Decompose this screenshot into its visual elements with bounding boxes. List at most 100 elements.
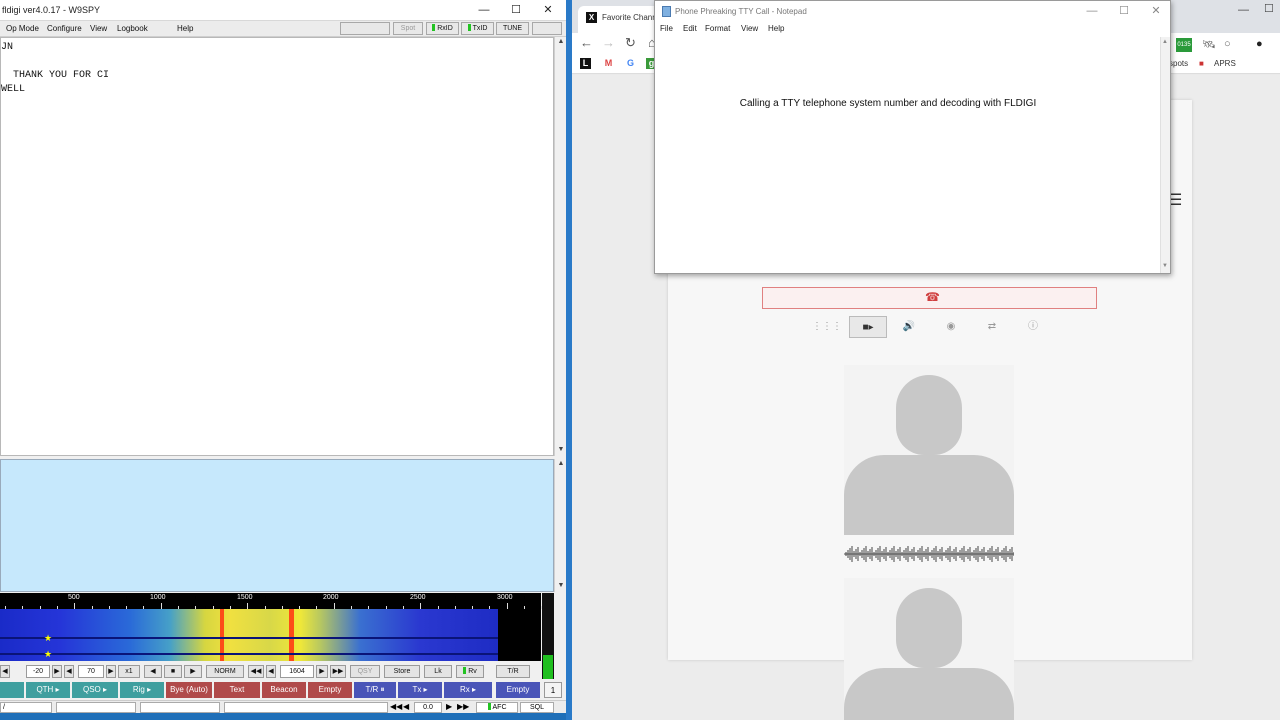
fast-forward-button[interactable]: ▶▶: [330, 665, 346, 678]
fast-back-button[interactable]: ◀◀: [248, 665, 264, 678]
scroll-up-icon[interactable]: ▲: [555, 459, 566, 469]
rxid-led: [432, 24, 436, 31]
hangup-icon[interactable]: ☎: [925, 290, 940, 304]
blank-field[interactable]: [340, 22, 390, 35]
offset-back-icon[interactable]: ◀: [403, 702, 409, 711]
spot-button[interactable]: Spot: [393, 22, 423, 35]
macro-button[interactable]: Beacon: [262, 682, 306, 698]
maximize-icon[interactable]: ☐: [1108, 1, 1140, 22]
transfer-icon[interactable]: ⇄: [973, 316, 1011, 338]
menu-op-mode[interactable]: Op Mode: [6, 24, 39, 33]
dialpad-icon[interactable]: ⋮⋮⋮: [808, 316, 846, 338]
arrow-left-button[interactable]: ◀: [0, 665, 10, 678]
notepad-text[interactable]: Calling a TTY telephone system number an…: [655, 98, 1121, 109]
gmail-icon[interactable]: M: [603, 58, 614, 69]
rxid-button[interactable]: RxID: [426, 22, 459, 35]
menu-format[interactable]: Format: [705, 24, 730, 33]
maximize-icon[interactable]: ☐: [1264, 2, 1274, 15]
arrow-left-button[interactable]: ◀: [64, 665, 74, 678]
scroll-up-icon[interactable]: ▲: [1162, 39, 1168, 45]
macro-button[interactable]: QTH ▸: [26, 682, 70, 698]
scroll-down-icon[interactable]: ▼: [555, 445, 566, 455]
call-status-bar[interactable]: ☎: [762, 287, 1097, 309]
frequency-ruler[interactable]: 500 1000 1500 2000 2500 3000: [0, 593, 543, 609]
back-icon[interactable]: ←: [580, 35, 593, 50]
macro-button[interactable]: Rx ▸: [444, 682, 492, 698]
menu-help[interactable]: Help: [177, 24, 193, 33]
level-input[interactable]: 70: [78, 665, 104, 678]
arrow-right-button[interactable]: ▶: [52, 665, 62, 678]
scroll-down-icon[interactable]: ▼: [555, 581, 566, 591]
menu-logbook[interactable]: Logbook: [117, 24, 148, 33]
offset-forward-icon[interactable]: ▶: [446, 702, 452, 711]
bookmark-icon[interactable]: L: [580, 58, 591, 69]
macro-button[interactable]: T/R ⏸: [354, 682, 396, 698]
menu-configure[interactable]: Configure: [47, 24, 82, 33]
macro-button[interactable]: [0, 682, 24, 698]
menu-view[interactable]: View: [90, 24, 107, 33]
video-camera-icon[interactable]: ■▸: [849, 316, 887, 338]
pause-button[interactable]: ■: [164, 665, 182, 678]
offset-right-icon[interactable]: ▶▶: [457, 702, 469, 711]
forward-button[interactable]: ▶: [184, 665, 202, 678]
arrow-left-button[interactable]: ◀: [266, 665, 276, 678]
google-icon[interactable]: G: [625, 58, 636, 69]
tune-button[interactable]: TUNE: [496, 22, 529, 35]
receive-text-pane[interactable]: JN THANK YOU FOR CI WELL: [0, 37, 554, 456]
arrow-right-button[interactable]: ▶: [316, 665, 328, 678]
arrow-right-button[interactable]: ▶: [106, 665, 116, 678]
rewind-button[interactable]: ◀: [144, 665, 162, 678]
reverse-button[interactable]: Rv: [456, 665, 484, 678]
minimize-icon[interactable]: —: [468, 0, 500, 21]
macro-button[interactable]: Tx ▸: [398, 682, 442, 698]
info-icon[interactable]: ⓘ: [1014, 316, 1052, 338]
minimize-icon[interactable]: —: [1076, 1, 1108, 22]
squelch-input[interactable]: -20: [26, 665, 50, 678]
multiplier-button[interactable]: x1: [118, 665, 140, 678]
tx-scrollbar[interactable]: ▲ ▼: [554, 459, 566, 592]
menu-view[interactable]: View: [741, 24, 758, 33]
offset-field[interactable]: 0.0: [414, 702, 442, 713]
scroll-up-icon[interactable]: ▲: [555, 37, 566, 47]
offset-left-icon[interactable]: ◀◀: [390, 702, 402, 711]
afc-button[interactable]: AFC: [476, 702, 518, 713]
scroll-down-icon[interactable]: ▼: [1162, 263, 1168, 269]
frequency-input[interactable]: 1604: [280, 665, 314, 678]
macro-button[interactable]: Rig ▸: [120, 682, 164, 698]
extension-badge[interactable]: 0135: [1176, 38, 1192, 52]
maximize-icon[interactable]: ☐: [500, 0, 532, 21]
macro-button[interactable]: QSO ▸: [72, 682, 118, 698]
extra-button[interactable]: [532, 22, 562, 35]
minimize-icon[interactable]: —: [1238, 4, 1249, 16]
macro-button[interactable]: Bye (Auto): [166, 682, 212, 698]
qsy-button[interactable]: QSY: [350, 665, 380, 678]
rx-scrollbar[interactable]: ▲ ▼: [554, 37, 566, 456]
txid-button[interactable]: TxID: [461, 22, 494, 35]
record-icon[interactable]: ◉: [932, 316, 970, 338]
lock-button[interactable]: Lk: [424, 665, 452, 678]
satellite-icon[interactable]: 🛰: [1202, 38, 1216, 51]
menu-file[interactable]: File: [660, 24, 673, 33]
profile-icon[interactable]: ●: [1256, 38, 1263, 50]
menu-edit[interactable]: Edit: [683, 24, 697, 33]
macro-button[interactable]: Empty: [308, 682, 352, 698]
extension-icon[interactable]: ○: [1224, 38, 1231, 50]
transmit-text-pane[interactable]: [0, 459, 554, 592]
waterfall-display[interactable]: ★ ★: [0, 609, 541, 661]
reload-icon[interactable]: ↻: [625, 35, 636, 51]
speaker-icon[interactable]: 🔊: [890, 316, 928, 338]
macro-button[interactable]: Text: [214, 682, 260, 698]
store-button[interactable]: Store: [384, 665, 420, 678]
bookmark-aprs[interactable]: APRS: [1214, 59, 1236, 68]
bookmark-spots[interactable]: spots: [1169, 59, 1188, 68]
notepad-scrollbar[interactable]: ▲ ▼: [1160, 37, 1170, 273]
close-icon[interactable]: ✕: [1140, 1, 1170, 22]
macro-button[interactable]: Empty: [496, 682, 540, 698]
close-icon[interactable]: ✕: [532, 0, 564, 21]
mode-button[interactable]: NORM: [206, 665, 244, 678]
sql-button[interactable]: SQL: [520, 702, 554, 713]
menu-help[interactable]: Help: [768, 24, 784, 33]
macro-set-button[interactable]: 1: [544, 682, 562, 698]
forward-icon[interactable]: →: [602, 35, 615, 50]
tr-button[interactable]: T/R: [496, 665, 530, 678]
